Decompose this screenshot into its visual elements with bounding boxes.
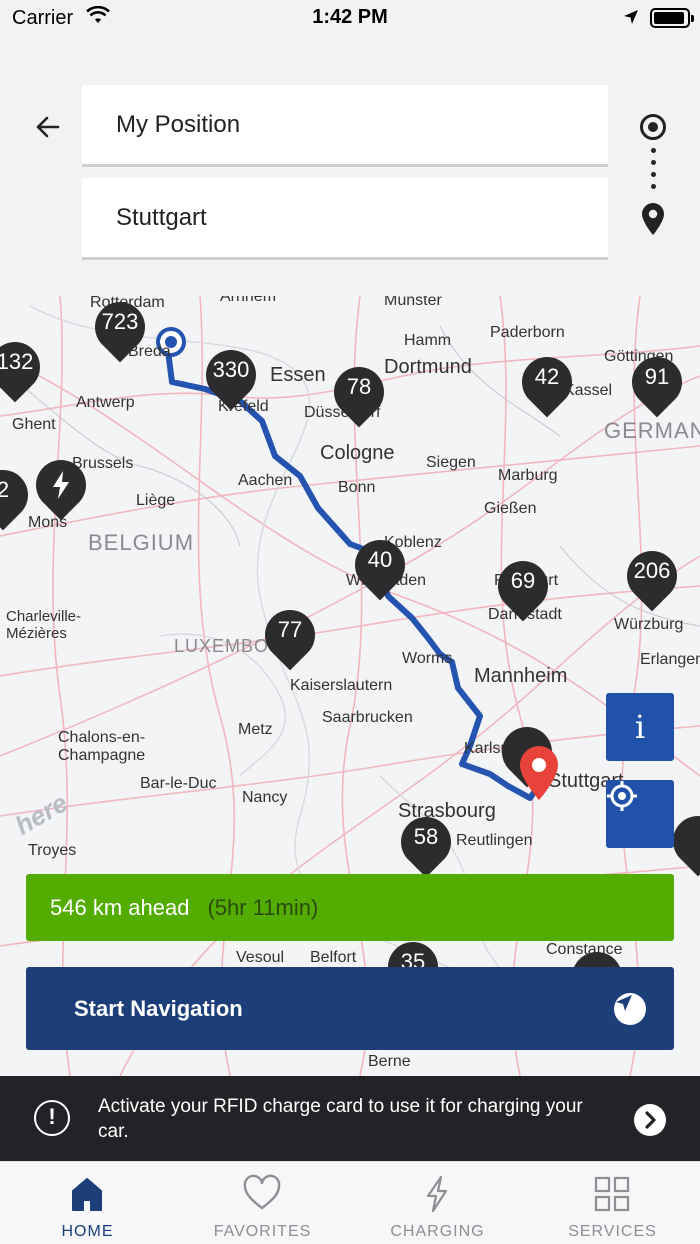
city-label: Aachen [238, 472, 293, 489]
charging-cluster-pin[interactable]: 69 [487, 550, 559, 625]
grid-icon [594, 1176, 630, 1212]
eta-distance: 546 km ahead [50, 894, 190, 920]
city-label: Bar-le-Duc [140, 775, 217, 792]
city-label: Nancy [242, 789, 288, 806]
city-label: Cologne [320, 442, 395, 464]
charging-station-pin[interactable] [25, 449, 97, 524]
route-indicator [640, 114, 668, 274]
heart-icon [243, 1174, 281, 1210]
charging-cluster-pin[interactable]: 330 [195, 339, 267, 414]
city-label: Charleville-Mézières [6, 608, 82, 642]
route-search-header: My Position Stuttgart [0, 40, 700, 296]
city-label: Belfort [310, 949, 357, 966]
city-label: Bonn [338, 479, 376, 496]
city-label: Münster [384, 296, 442, 309]
tab-favorites[interactable]: FAVORITES [175, 1162, 350, 1244]
city-label: Saarbrucken [322, 709, 413, 726]
city-label: Liège [136, 492, 176, 509]
route-dots [651, 148, 656, 196]
location-arrow-icon [624, 10, 638, 24]
city-label: Marburg [498, 467, 558, 484]
city-label: Troyes [28, 842, 77, 859]
city-label: Chalons-en-Champagne [58, 729, 146, 764]
charging-cluster-pin[interactable]: 78 [323, 356, 395, 431]
city-label: Worms [402, 650, 453, 667]
charging-cluster-pin[interactable]: 58 [390, 806, 462, 881]
charging-cluster-pin[interactable]: 206 [616, 540, 688, 615]
notice-text: Activate your RFID charge card to use it… [98, 1096, 583, 1142]
eta-summary: 546 km ahead (5hr 11min) [26, 874, 674, 941]
recenter-button[interactable] [606, 780, 674, 848]
back-arrow-icon [36, 116, 60, 138]
destination-pin-icon [520, 746, 558, 800]
city-label: Arnhem [220, 296, 277, 305]
city-label: Antwerp [76, 394, 135, 411]
lightning-icon [426, 1175, 448, 1213]
origin-input[interactable]: My Position [82, 85, 608, 167]
country-label: BELGIUM [88, 530, 195, 555]
city-label: Paderborn [490, 324, 565, 341]
city-label: Gießen [484, 500, 537, 517]
city-label: Mannheim [474, 665, 568, 687]
eta-duration: (5hr 11min) [207, 894, 319, 920]
city-label: Erlangen [640, 651, 700, 668]
alert-icon: ! [34, 1100, 70, 1136]
rfid-notice-banner[interactable]: ! Activate your RFID charge card to use … [0, 1076, 700, 1161]
start-navigation-button[interactable]: Start Navigation [26, 967, 674, 1050]
destination-marker-icon [642, 203, 664, 235]
city-label: Reutlingen [456, 832, 533, 849]
info-icon: i [634, 708, 646, 746]
city-label: Kaiserslautern [290, 677, 393, 694]
city-label: Essen [270, 364, 326, 386]
start-navigation-label: Start Navigation [74, 995, 243, 1021]
charging-cluster-pin[interactable]: 42 [511, 346, 583, 421]
back-button[interactable] [28, 110, 68, 144]
charging-cluster-pin[interactable]: 132 [0, 331, 51, 406]
country-label: GERMANY [604, 418, 700, 443]
home-icon [72, 1178, 102, 1211]
city-label: Siegen [426, 454, 476, 471]
status-time: 1:42 PM [312, 6, 388, 28]
chevron-right-icon[interactable] [634, 1104, 666, 1136]
city-label: Ghent [12, 416, 56, 433]
map-info-button[interactable]: i [606, 693, 674, 761]
origin-marker-icon [640, 114, 666, 140]
tab-services[interactable]: SERVICES [525, 1162, 700, 1244]
charging-cluster-pin[interactable] [662, 805, 700, 880]
city-label: Hamm [404, 332, 452, 349]
tab-bar: HOME FAVORITES CHARGING SERVICES [0, 1161, 700, 1244]
city-label: Würzburg [614, 616, 684, 633]
tab-charging[interactable]: CHARGING [350, 1162, 525, 1244]
battery-icon [650, 8, 694, 28]
lightning-icon [53, 471, 69, 499]
tab-home[interactable]: HOME [0, 1162, 175, 1244]
city-label: Metz [238, 721, 273, 738]
city-label: Dortmund [384, 356, 472, 378]
city-label: Berne [368, 1053, 411, 1070]
route-map[interactable]: Rotterdam Arnhem Münster Paderborn Hamm … [0, 296, 700, 1076]
charging-cluster-pin[interactable]: 91 [621, 346, 693, 421]
city-label: Vesoul [236, 949, 285, 966]
charging-cluster-pin[interactable]: 2 [0, 459, 39, 534]
destination-input[interactable]: Stuttgart [82, 178, 608, 260]
charging-cluster-pin[interactable]: 723 [84, 296, 156, 366]
charging-cluster-pin[interactable]: 40 [344, 529, 416, 604]
status-bar: Carrier 1:42 PM [0, 0, 700, 40]
charging-cluster-pin[interactable]: 77 [254, 599, 326, 674]
navigation-arrow-icon [614, 993, 646, 1025]
crosshair-icon [607, 781, 637, 811]
